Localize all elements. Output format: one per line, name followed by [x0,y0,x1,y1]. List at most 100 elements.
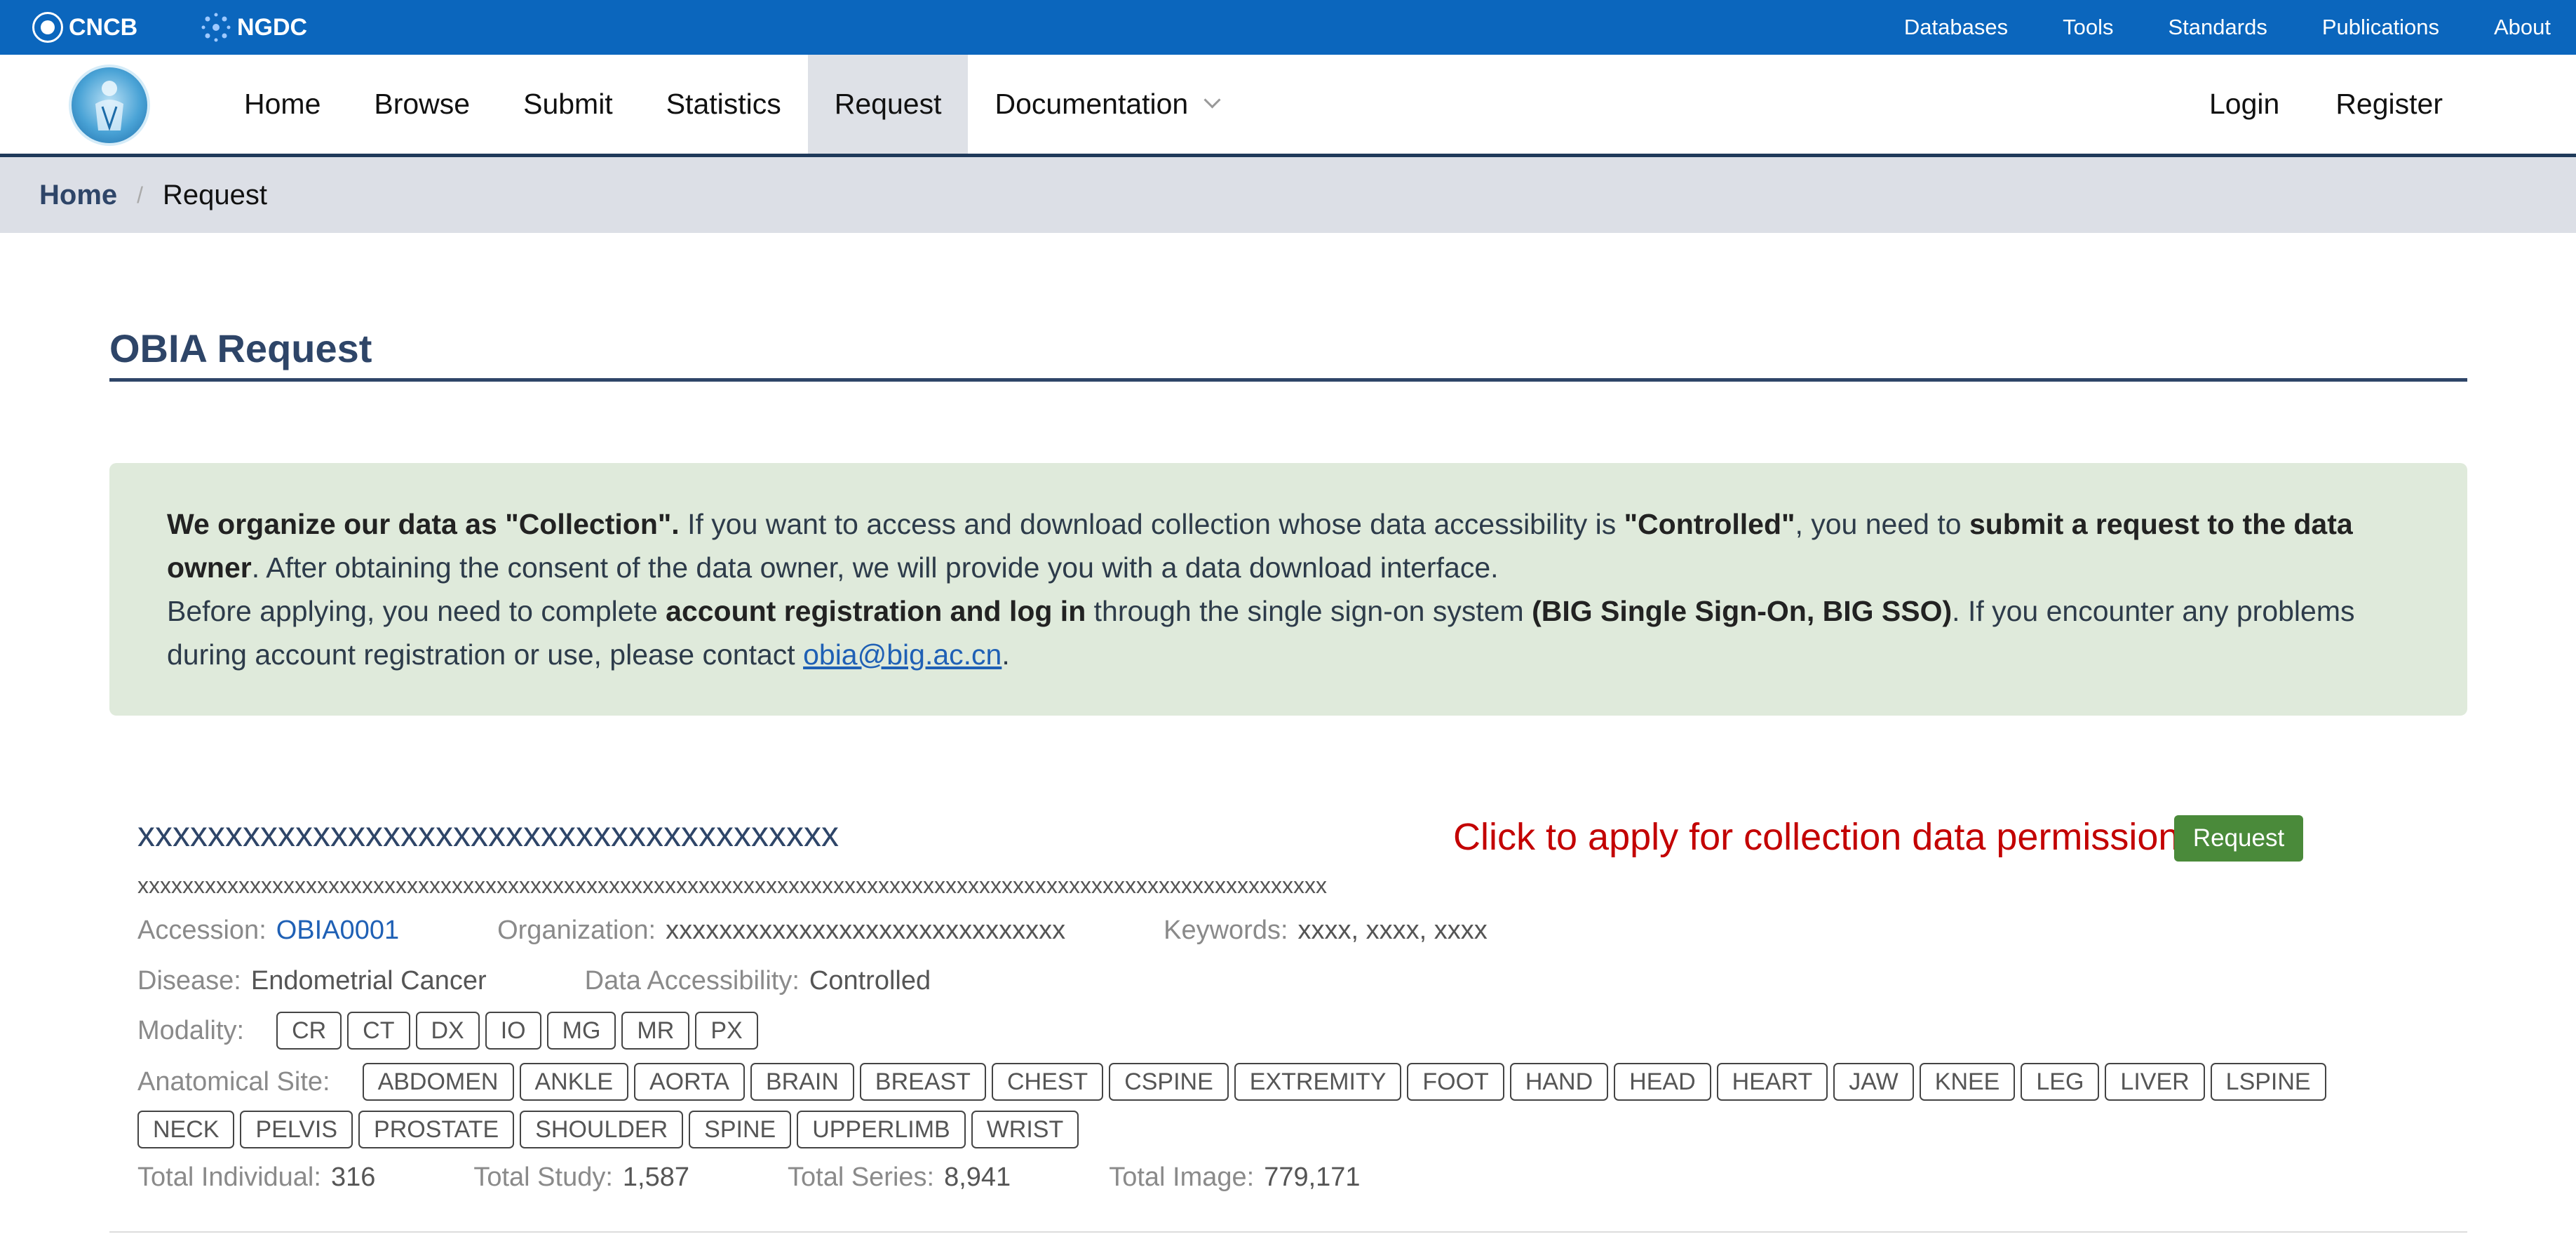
total-series-value: 8,941 [944,1162,1011,1192]
contact-email-link[interactable]: obia@big.ac.cn [803,638,1002,671]
ngdc-label: NGDC [237,13,308,41]
disease-value: Endometrial Cancer [250,966,487,996]
notice-text: (BIG Single Sign-On, BIG SSO) [1532,595,1953,627]
notice-paragraph-2: Before applying, you need to complete ac… [167,589,2410,676]
organization-value: xxxxxxxxxxxxxxxxxxxxxxxxxxxxxx [666,916,1066,945]
site-tag: BREAST [859,1063,986,1101]
meta-row-2: Disease: Endometrial Cancer Data Accessi… [137,966,931,996]
breadcrumb-current: Request [163,179,268,210]
modality-tag: IO [485,1012,541,1050]
site-tag: LEG [2021,1063,2100,1101]
body-figure-icon [95,81,123,131]
nav-browse-label: Browse [374,88,471,120]
site-tag: HAND [1509,1063,1609,1101]
site-tag: FOOT [1407,1063,1504,1101]
nav-documentation-label: Documentation [994,88,1189,120]
nav-statistics[interactable]: Statistics [640,55,808,154]
nav-submit-label: Submit [523,88,613,120]
nav-request[interactable]: Request [807,55,969,154]
notice-paragraph-1: We organize our data as "Collection". If… [167,502,2410,589]
modality-tag: CR [276,1012,342,1050]
request-hint: Click to apply for collection data permi… [1453,816,2180,858]
organization-label: Organization: [497,916,656,945]
top-link-standards[interactable]: Standards [2169,15,2267,40]
top-link-databases[interactable]: Databases [1904,15,2008,40]
collection-description: xxxxxxxxxxxxxxxxxxxxxxxxxxxxxxxxxxxxxxxx… [137,873,1327,898]
modality-label: Modality: [137,1015,245,1045]
accessibility-label: Data Accessibility: [584,966,800,996]
notice-text: through the single sign-on system [1086,595,1532,627]
disease-label: Disease: [137,966,241,996]
top-link-tools[interactable]: Tools [2063,15,2113,40]
info-notice: We organize our data as "Collection". If… [109,463,2467,716]
site-tag: NECK [137,1111,235,1148]
cncb-logo-icon [32,12,63,43]
site-tag: CHEST [991,1063,1104,1101]
modality-row: Modality: CR CT DX IO MG MR PX [137,1012,764,1050]
site-tag: ANKLE [519,1063,628,1101]
breadcrumb-home[interactable]: Home [39,180,117,211]
top-link-about[interactable]: About [2494,15,2551,40]
site-tag: WRIST [971,1111,1079,1148]
total-image-label: Total Image: [1109,1162,1255,1192]
request-button[interactable]: Request [2174,815,2303,862]
total-individual-value: 316 [330,1162,376,1192]
site-tag: PROSTATE [358,1111,515,1148]
anatomical-site-label: Anatomical Site: [137,1066,330,1097]
keywords-label: Keywords: [1164,916,1288,945]
modality-tag: CT [347,1012,410,1050]
cncb-label: CNCB [69,13,138,41]
total-image-value: 779,171 [1264,1162,1361,1192]
site-tag: SHOULDER [520,1111,684,1148]
total-series-label: Total Series: [788,1162,935,1192]
totals-row: Total Individual: 316 Total Study: 1,587… [137,1162,1361,1193]
modality-tag: PX [695,1012,758,1050]
nav-browse[interactable]: Browse [347,55,497,154]
auth-links: Login Register [2153,55,2443,154]
meta-row-1: Accession: OBIA0001 Organization: xxxxxx… [137,916,1488,946]
top-link-publications[interactable]: Publications [2322,15,2439,40]
nav-submit[interactable]: Submit [497,55,640,154]
register-link[interactable]: Register [2335,88,2443,121]
section-divider [109,1231,2467,1233]
ngdc-brand[interactable]: NGDC [198,0,307,55]
obia-logo-icon[interactable] [69,65,150,146]
notice-text: "Controlled" [1624,508,1795,540]
cncb-brand[interactable]: CNCB [32,0,137,55]
total-study-value: 1,587 [622,1162,689,1192]
breadcrumb-separator: / [137,182,144,208]
chevron-down-icon [1203,91,1221,109]
total-individual-label: Total Individual: [137,1162,321,1192]
nav-request-label: Request [834,88,942,120]
site-tag: PELVIS [240,1111,353,1148]
collection-title[interactable]: xxxxxxxxxxxxxxxxxxxxxxxxxxxxxxxxxxxxxxxx [137,814,839,855]
site-tag: HEART [1716,1063,1828,1101]
login-link[interactable]: Login [2209,88,2279,121]
site-tag: EXTREMITY [1234,1063,1402,1101]
accessibility-value: Controlled [809,966,931,996]
nav-home[interactable]: Home [217,55,347,154]
anatomical-site-row-1: Anatomical Site: ABDOMEN ANKLE AORTA BRA… [137,1063,2332,1101]
modality-tag: DX [415,1012,480,1050]
accession-link[interactable]: OBIA0001 [276,916,399,946]
nav-statistics-label: Statistics [666,88,781,120]
nav-documentation[interactable]: Documentation [968,55,1245,154]
accession-label: Accession: [137,916,267,945]
modality-tag: MG [546,1012,616,1050]
site-tag: BRAIN [750,1063,854,1101]
page-title: OBIA Request [109,326,2467,382]
site-tag: ABDOMEN [362,1063,514,1101]
notice-text: Before applying, you need to complete [167,595,666,627]
notice-text: We organize our data as "Collection". [167,508,680,540]
site-tag: HEAD [1614,1063,1711,1101]
site-tag: AORTA [634,1063,745,1101]
notice-text: , you need to [1795,508,1969,540]
site-tag: CSPINE [1109,1063,1229,1101]
keywords-value: xxxx, xxxx, xxxx [1297,916,1488,945]
total-study-label: Total Study: [473,1162,613,1192]
anatomical-site-row-2: NECK PELVIS PROSTATE SHOULDER SPINE UPPE… [137,1111,1084,1148]
modality-tag: MR [621,1012,690,1050]
top-links: Databases Tools Standards Publications A… [1904,0,2576,55]
ngdc-logo-icon [201,13,231,42]
notice-text: If you want to access and download colle… [679,508,1624,540]
